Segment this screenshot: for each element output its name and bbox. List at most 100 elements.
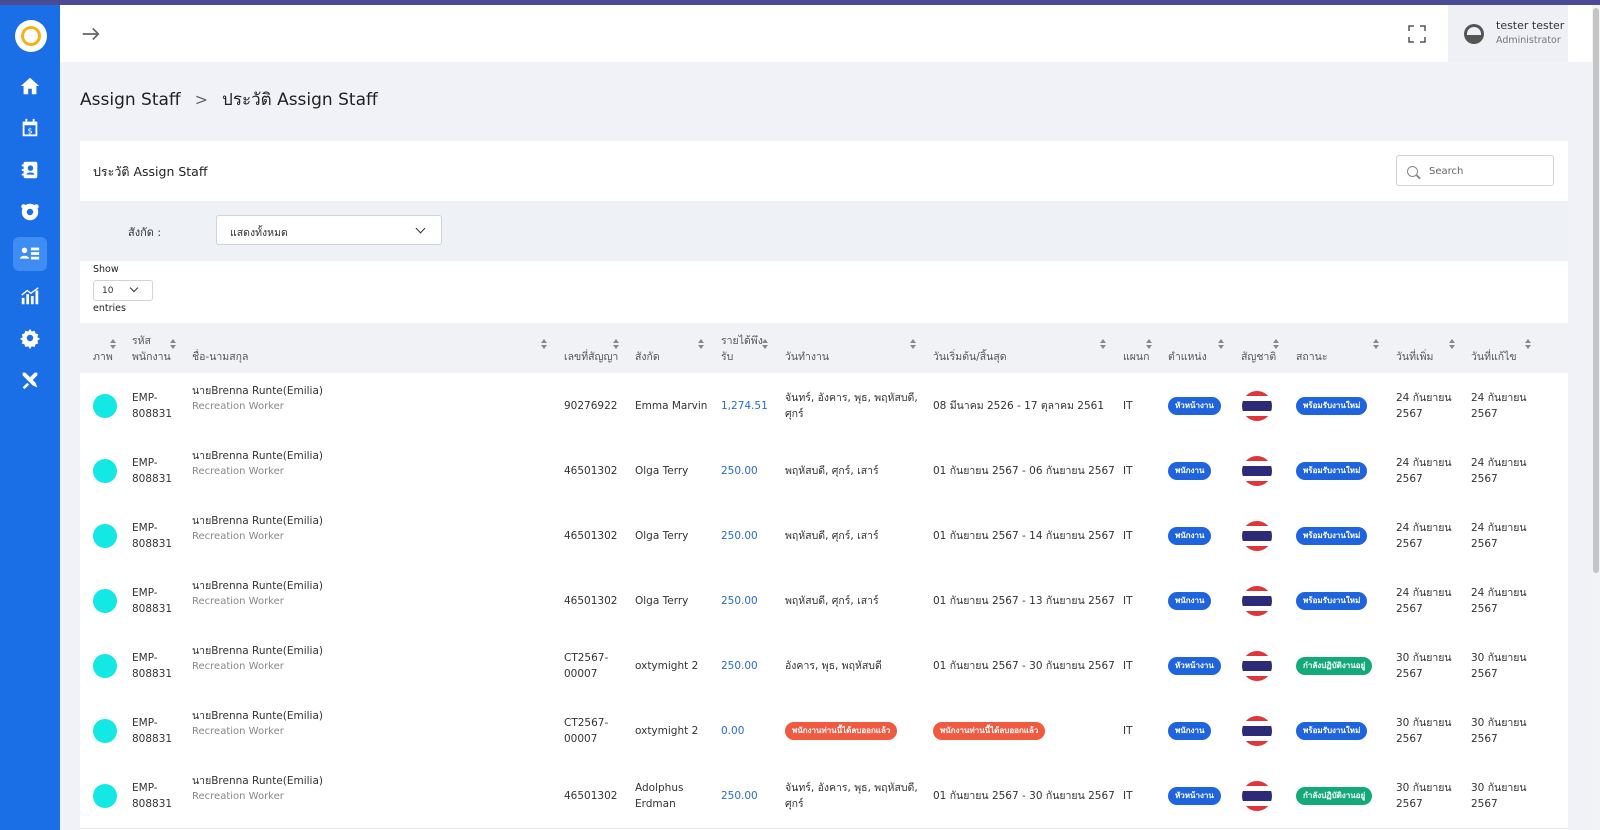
employee-photo xyxy=(93,394,117,418)
sort-icon[interactable] xyxy=(1146,339,1152,349)
table-row[interactable]: EMP- 808831 นายBrenna Runte(Emilia) Recrea… xyxy=(80,503,1568,569)
sort-icon[interactable] xyxy=(1100,339,1106,349)
col-workdays[interactable]: วันทำงาน xyxy=(785,349,829,365)
affiliation: oxtymight 2 xyxy=(635,725,699,737)
col-status[interactable]: สถานะ xyxy=(1296,349,1327,365)
assign-staff-icon[interactable] xyxy=(13,237,47,271)
employee-name[interactable]: นายBrenna Runte(Emilia) xyxy=(192,708,323,724)
settings-icon[interactable] xyxy=(13,321,47,355)
status-badge: กำลังปฏิบัติงานอยู่ xyxy=(1296,787,1373,805)
col-income[interactable]: รายได้พึง รับ xyxy=(721,333,763,365)
sort-icon[interactable] xyxy=(1218,339,1224,349)
employee-job-title: Recreation Worker xyxy=(192,661,284,672)
contact-book-icon[interactable] xyxy=(13,153,47,187)
col-contract[interactable]: เลขที่สัญญา xyxy=(564,349,618,365)
col-period[interactable]: วันเริ่มต้น/สิ้นสุด xyxy=(933,349,1007,365)
table-row[interactable]: EMP- 808831 นายBrenna Runte(Emilia) Recrea… xyxy=(80,698,1568,764)
sort-icon[interactable] xyxy=(762,339,768,349)
department: IT xyxy=(1123,790,1133,802)
entries-select[interactable]: 10 xyxy=(93,280,153,301)
work-period: 01 กันยายน 2567 - 30 กันยายน 2567 xyxy=(933,660,1115,672)
col-date-added[interactable]: วันที่เพิ่ม xyxy=(1396,349,1433,365)
sort-icon[interactable] xyxy=(1449,339,1455,349)
search-input[interactable] xyxy=(1429,162,1547,180)
thailand-flag-icon xyxy=(1242,716,1272,746)
thailand-flag-icon xyxy=(1242,521,1272,551)
tools-icon[interactable] xyxy=(13,363,47,397)
sort-icon[interactable] xyxy=(1273,339,1279,349)
breadcrumb-current: ประวัติ Assign Staff xyxy=(222,90,378,110)
table-row[interactable]: EMP- 808831 นายBrenna Runte(Emilia) Recrea… xyxy=(80,373,1568,439)
user-menu[interactable]: tester tester Administrator xyxy=(1448,5,1568,62)
sort-icon[interactable] xyxy=(698,339,704,349)
team-gear-icon[interactable] xyxy=(13,195,47,229)
department: IT xyxy=(1123,530,1133,542)
employee-name[interactable]: นายBrenna Runte(Emilia) xyxy=(192,578,323,594)
sort-icon[interactable] xyxy=(110,339,116,349)
position-badge: พนักงาน xyxy=(1168,462,1212,480)
sort-icon[interactable] xyxy=(170,339,176,349)
col-nationality[interactable]: สัญชาติ xyxy=(1241,349,1276,365)
history-card: ประวัติ Assign Staff สังกัด : แสดงทั้งหม… xyxy=(80,141,1568,830)
affiliation-select[interactable]: แสดงทั้งหมด xyxy=(216,215,442,245)
employee-job-title: Recreation Worker xyxy=(192,466,284,477)
contract-number: 46501302 xyxy=(564,465,618,477)
home-icon[interactable] xyxy=(13,69,47,103)
table-row[interactable]: EMP- 808831 นายBrenna Runte(Emilia) Recrea… xyxy=(80,438,1568,504)
arrow-right-icon[interactable] xyxy=(80,23,102,45)
col-dept[interactable]: แผนก xyxy=(1123,349,1149,365)
col-position[interactable]: ตำแหน่ง xyxy=(1168,349,1207,365)
table-row[interactable]: EMP- 808831 นายBrenna Runte(Emilia) Recrea… xyxy=(80,633,1568,699)
contract-number: 46501302 xyxy=(564,790,618,802)
workdays: พฤหัสบดี, ศุกร์, เสาร์ xyxy=(785,595,879,607)
thailand-flag-icon xyxy=(1242,781,1272,811)
col-affiliation[interactable]: สังกัด xyxy=(635,349,660,365)
search-box[interactable] xyxy=(1396,155,1554,186)
col-photo[interactable]: ภาพ xyxy=(93,349,113,365)
status-badge: กำลังปฏิบัติงานอยู่ xyxy=(1296,657,1373,675)
sort-icon[interactable] xyxy=(541,339,547,349)
date-edited: 24 กันยายน 2567 xyxy=(1471,522,1527,550)
user-role: Administrator xyxy=(1496,35,1561,46)
affiliation: Olga Terry xyxy=(635,465,689,477)
page-scrollbar-thumb[interactable] xyxy=(1593,8,1599,573)
calendar-money-icon[interactable]: $ xyxy=(13,111,47,145)
svg-text:$: $ xyxy=(27,126,32,136)
thailand-flag-icon xyxy=(1242,456,1272,486)
sort-icon[interactable] xyxy=(910,339,916,349)
income-amount: 250.00 xyxy=(721,465,758,477)
work-period: 01 กันยายน 2567 - 06 กันยายน 2567 xyxy=(933,465,1115,477)
employee-name[interactable]: นายBrenna Runte(Emilia) xyxy=(192,773,323,789)
col-date-edited[interactable]: วันที่แก้ไข xyxy=(1471,349,1517,365)
employee-name[interactable]: นายBrenna Runte(Emilia) xyxy=(192,513,323,529)
table-row[interactable]: EMP- 808831 นายBrenna Runte(Emilia) Recrea… xyxy=(80,568,1568,634)
employee-name[interactable]: นายBrenna Runte(Emilia) xyxy=(192,383,323,399)
removed-badge: พนักงานท่านนี้ได้ลบออกแล้ว xyxy=(933,722,1046,740)
show-label: Show xyxy=(93,264,119,275)
income-amount: 0.00 xyxy=(721,725,745,737)
filter-bar: สังกัด : แสดงทั้งหมด xyxy=(80,201,1568,261)
chart-icon[interactable] xyxy=(13,279,47,313)
sort-icon[interactable] xyxy=(1373,339,1379,349)
date-added: 30 กันยายน 2567 xyxy=(1396,782,1452,810)
employee-name[interactable]: นายBrenna Runte(Emilia) xyxy=(192,448,323,464)
entries-select-value: 10 xyxy=(102,286,114,296)
sort-icon[interactable] xyxy=(613,339,619,349)
col-emp-code[interactable]: รหัส พนักงาน xyxy=(132,333,171,365)
workdays: พฤหัสบดี, ศุกร์, เสาร์ xyxy=(785,465,879,477)
employee-name[interactable]: นายBrenna Runte(Emilia) xyxy=(192,643,323,659)
fullscreen-icon[interactable] xyxy=(1408,25,1426,43)
income-amount: 250.00 xyxy=(721,595,758,607)
date-edited: 30 กันยายน 2567 xyxy=(1471,652,1527,680)
department: IT xyxy=(1123,660,1133,672)
work-period: 01 กันยายน 2567 - 30 กันยายน 2567 xyxy=(933,790,1115,802)
breadcrumb-root[interactable]: Assign Staff xyxy=(80,90,181,110)
workdays: อังคาร, พุธ, พฤหัสบดี xyxy=(785,660,882,672)
department: IT xyxy=(1123,725,1133,737)
affiliation: Adolphus Erdman xyxy=(635,782,684,810)
sort-icon[interactable] xyxy=(1525,339,1531,349)
employee-code: EMP- 808831 xyxy=(132,782,173,810)
table-row[interactable]: EMP- 808831 นายBrenna Runte(Emilia) Recrea… xyxy=(80,763,1568,829)
app-logo[interactable] xyxy=(15,20,47,52)
col-name[interactable]: ชื่อ-นามสกุล xyxy=(192,349,248,365)
